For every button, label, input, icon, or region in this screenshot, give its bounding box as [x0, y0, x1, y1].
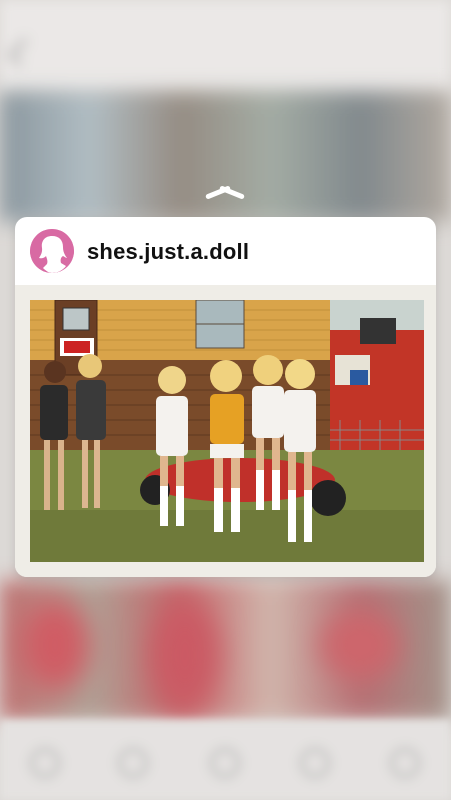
chevron-up-icon[interactable] — [205, 183, 245, 201]
username[interactable]: shes.just.a.doll — [87, 239, 249, 265]
post-photo[interactable] — [15, 285, 436, 577]
avatar[interactable] — [30, 229, 74, 273]
woman-silhouette-icon — [30, 229, 74, 273]
peek-preview-card[interactable]: shes.just.a.doll — [15, 217, 436, 577]
post-header: shes.just.a.doll — [15, 217, 436, 285]
vintage-photo — [30, 300, 424, 562]
photo-image — [30, 300, 424, 562]
